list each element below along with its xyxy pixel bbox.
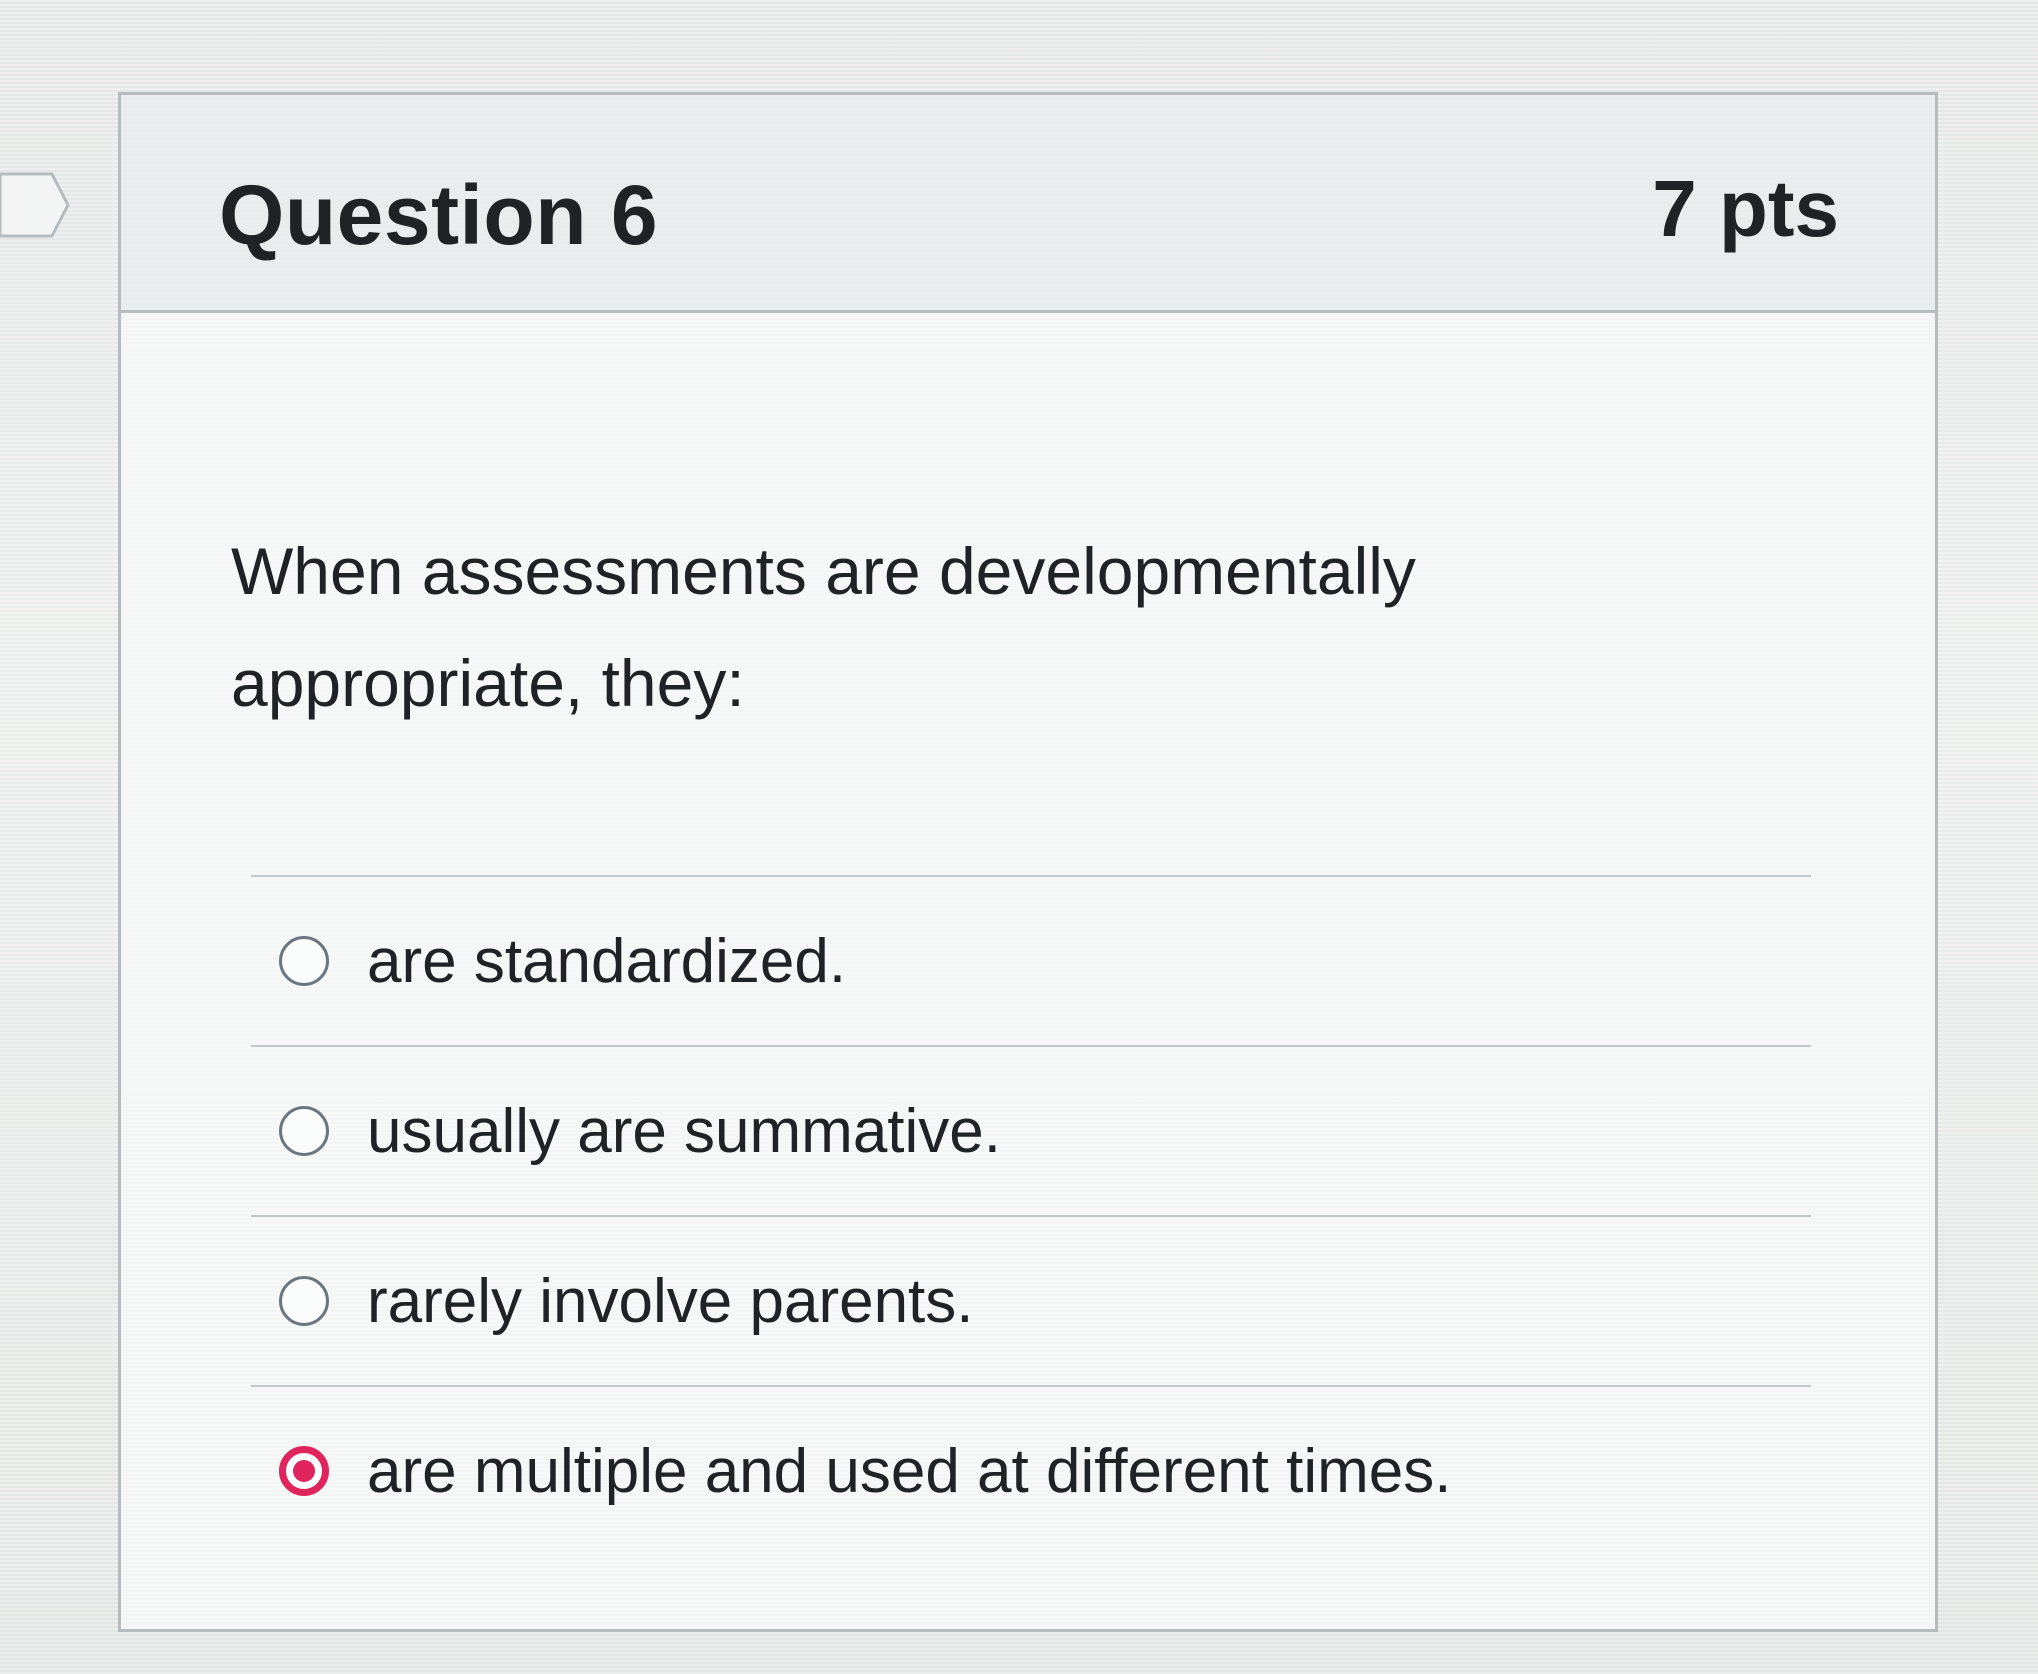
answer-option-4[interactable]: are multiple and used at different times… — [251, 1387, 1811, 1555]
radio-filled-icon[interactable] — [279, 1446, 329, 1496]
answer-list: are standardized. usually are summative.… — [251, 875, 1811, 1555]
answer-option-3[interactable]: rarely involve parents. — [251, 1217, 1811, 1385]
answer-label[interactable]: are standardized. — [367, 926, 846, 997]
chevron-right-icon[interactable] — [0, 170, 70, 240]
answer-option-2[interactable]: usually are summative. — [251, 1047, 1811, 1215]
answer-label[interactable]: usually are summative. — [367, 1096, 1001, 1167]
question-header: Question 6 7 pts — [121, 95, 1935, 313]
answer-option-1[interactable]: are standardized. — [251, 877, 1811, 1045]
answer-label[interactable]: rarely involve parents. — [367, 1266, 974, 1337]
radio-empty-icon[interactable] — [279, 1106, 329, 1156]
question-text: When assessments are developmentally app… — [231, 534, 1416, 720]
radio-dot — [293, 1460, 315, 1482]
answer-label[interactable]: are multiple and used at different times… — [367, 1436, 1451, 1507]
radio-empty-icon[interactable] — [279, 936, 329, 986]
question-title: Question 6 — [219, 168, 659, 262]
radio-empty-icon[interactable] — [279, 1276, 329, 1326]
question-points: 7 pts — [1652, 164, 1839, 253]
question-card: Question 6 7 pts When assessments are de… — [118, 92, 1938, 1632]
